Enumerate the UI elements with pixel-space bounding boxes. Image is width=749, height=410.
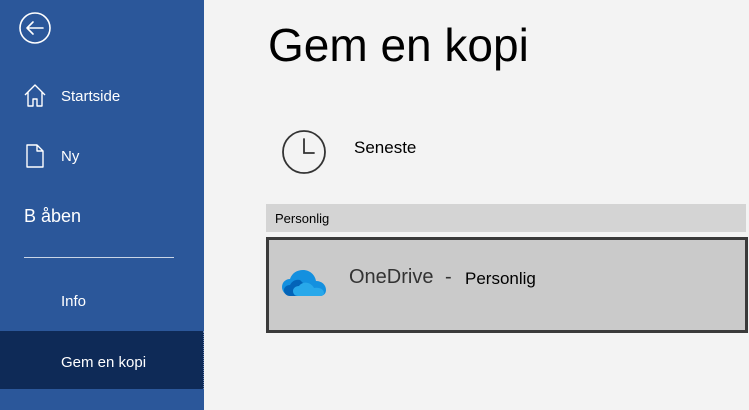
location-separator: - <box>445 266 452 288</box>
sidebar-item-info[interactable]: Info <box>0 284 204 320</box>
location-name: OneDrive <box>349 266 434 288</box>
sidebar-item-save-copy[interactable]: Gem en kopi <box>0 331 204 389</box>
main-panel: Gem en kopi Seneste Personlig OneDrive -… <box>204 0 749 410</box>
sidebar-divider <box>24 257 174 258</box>
recent-locations-button[interactable]: Seneste <box>268 120 748 184</box>
section-header-label: Personlig <box>275 211 330 226</box>
sidebar-item-label: Ny <box>61 148 80 165</box>
onedrive-cloud-icon <box>282 270 326 296</box>
sidebar-item-new[interactable]: Ny <box>0 138 204 174</box>
location-account: Personlig <box>465 269 536 288</box>
back-button[interactable] <box>18 11 52 45</box>
new-document-icon <box>26 144 44 168</box>
page-title: Gem en kopi <box>268 19 529 71</box>
onedrive-personal-location[interactable]: OneDrive - Personlig <box>266 237 748 333</box>
section-header-personal: Personlig <box>266 204 746 232</box>
back-arrow-circle-icon <box>19 12 51 44</box>
home-icon <box>24 84 46 107</box>
backstage-sidebar: Startside Ny B åben Info Gem en kopi <box>0 0 204 410</box>
sidebar-item-label: Gem en kopi <box>61 354 147 371</box>
sidebar-item-home[interactable]: Startside <box>0 78 204 114</box>
sidebar-item-label: Info <box>61 293 87 310</box>
sidebar-item-open[interactable]: B åben <box>24 206 81 227</box>
recent-label: Seneste <box>354 138 417 157</box>
clock-icon <box>282 130 326 174</box>
sidebar-item-label: Startside <box>61 88 121 105</box>
